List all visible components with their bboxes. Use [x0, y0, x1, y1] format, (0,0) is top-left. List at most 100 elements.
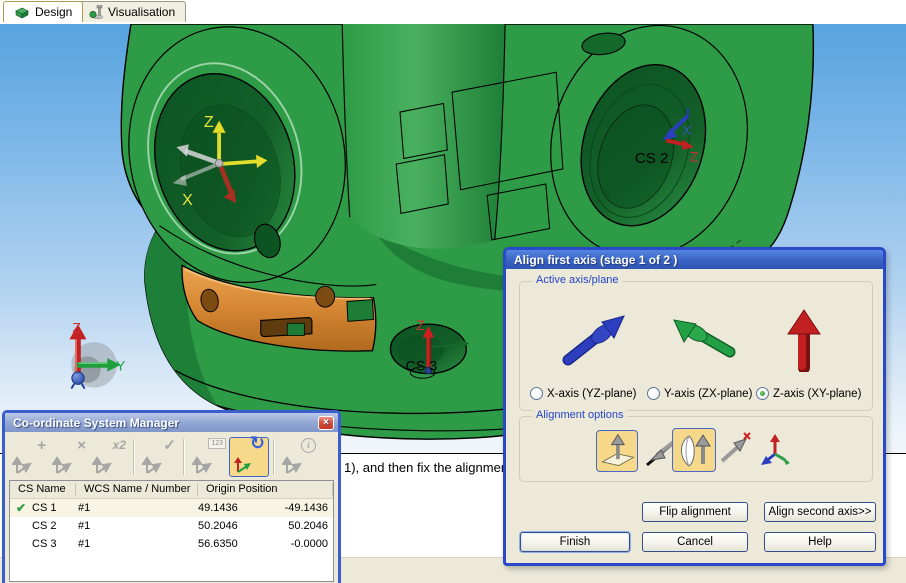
csm-toolbar: + × x2 ✓ 123 ↻	[5, 432, 338, 479]
tab-design[interactable]: Design	[3, 1, 83, 22]
finish-button[interactable]: Finish	[520, 532, 630, 552]
axes-triad-icon	[758, 432, 792, 468]
radio-label[interactable]: X-axis (YZ-plane)	[547, 388, 636, 400]
cs1-x-label: X	[182, 191, 193, 209]
align-to-axes-button[interactable]	[758, 432, 792, 468]
check-icon: ✓	[163, 438, 176, 453]
origin-y: 50.2046	[276, 520, 333, 532]
active-axis-group: Active axis/plane X-axis (YZ-plan	[519, 281, 873, 411]
plus-icon: +	[37, 438, 46, 453]
cs2-x-label: X	[682, 123, 692, 139]
z-axis-arrow-icon	[782, 308, 830, 372]
align-to-vector-button[interactable]	[718, 431, 752, 467]
axes-glyph	[52, 455, 74, 475]
help-button[interactable]: Help	[764, 532, 876, 552]
alignment-options-group-label: Alignment options	[532, 409, 627, 421]
toolbar-separator	[133, 439, 135, 475]
coordinate-system-manager-dialog: Co-ordinate System Manager × + × x2 ✓	[2, 410, 341, 583]
number-list-icon: 123	[208, 438, 226, 449]
x-axis-arrow-icon	[558, 308, 636, 370]
delete-cs-button[interactable]: ×	[49, 437, 89, 477]
design-cube-icon	[14, 6, 30, 19]
csm-title: Co-ordinate System Manager	[13, 416, 318, 430]
tab-design-label: Design	[35, 5, 72, 19]
wcs-name: #1	[78, 520, 198, 532]
cs-name: CS 2	[32, 520, 78, 532]
tab-visualisation-label: Visualisation	[108, 5, 175, 19]
cs2-z-label: Z	[690, 149, 699, 165]
radio-z-axis[interactable]: Z-axis (XY-plane)	[756, 387, 861, 400]
table-row-cs3[interactable]: CS 3 #1 56.6350 -0.0000	[10, 535, 333, 553]
axes-glyph	[92, 455, 114, 475]
tab-visualisation[interactable]: Visualisation	[78, 1, 186, 22]
origin-y: -0.0000	[276, 538, 333, 550]
align-to-plane-button[interactable]	[596, 430, 638, 472]
align-first-axis-dialog: Align first axis (stage 1 of 2 ) Active …	[503, 247, 886, 566]
cs-name: CS 3	[32, 538, 78, 550]
alignment-options-group: Alignment options	[519, 416, 873, 482]
visualisation-icon	[89, 5, 103, 19]
align-second-axis-button[interactable]: Align second axis>>	[764, 502, 876, 522]
activate-cs-button[interactable]: ✓	[139, 437, 179, 477]
align-to-surface-button[interactable]	[672, 428, 716, 472]
world-z-label: Z	[72, 321, 81, 337]
toolbar-separator	[273, 439, 275, 475]
header-wcs-name[interactable]: WCS Name / Number	[76, 483, 198, 496]
world-y-label: Y	[116, 359, 126, 375]
radio-circle[interactable]	[530, 387, 543, 400]
toolbar-separator	[183, 439, 185, 475]
prompt-text: 1), and then fix the alignmen	[344, 460, 508, 475]
origin-y: -49.1436	[276, 502, 333, 514]
cs2-label: CS 2	[635, 150, 669, 167]
y-axis-arrow-icon	[666, 308, 744, 370]
cs-name: CS 1	[32, 502, 78, 514]
axes-glyph-colored	[233, 454, 255, 474]
axes-glyph	[12, 455, 34, 475]
cs3-label: CS 3	[406, 359, 438, 375]
reorient-cs-button[interactable]: ↻	[229, 437, 269, 477]
info-icon: i	[301, 438, 316, 453]
table-row-cs1[interactable]: ✔ CS 1 #1 49.1436 -49.1436	[10, 499, 333, 517]
close-icon[interactable]: ×	[318, 416, 334, 430]
radio-x-axis[interactable]: X-axis (YZ-plane)	[530, 387, 636, 400]
cs-properties-button[interactable]: i	[279, 437, 319, 477]
tab-bar: Design Visualisation	[0, 0, 906, 24]
cs-table-header: CS Name WCS Name / Number Origin Positio…	[10, 481, 333, 499]
cs-table: CS Name WCS Name / Number Origin Positio…	[9, 480, 334, 582]
world-axes-triad: Z Y	[69, 321, 125, 389]
active-check-icon: ✔	[10, 501, 32, 515]
cs1-z-label: Z	[204, 113, 214, 131]
radio-circle-selected[interactable]	[756, 387, 769, 400]
radio-label[interactable]: Z-axis (XY-plane)	[773, 388, 861, 400]
plane-arrow-icon	[597, 432, 637, 470]
align-title: Align first axis (stage 1 of 2 )	[514, 253, 677, 267]
copy-cs-button[interactable]: x2	[89, 437, 129, 477]
radio-circle[interactable]	[647, 387, 660, 400]
duplicate-icon: x2	[113, 438, 126, 453]
surface-arrow-icon	[674, 430, 714, 470]
vector-arrow-icon	[718, 431, 752, 467]
delete-icon: ×	[77, 438, 86, 453]
origin-x: 49.1436	[198, 502, 276, 514]
flip-alignment-button[interactable]: Flip alignment	[642, 502, 748, 522]
active-axis-group-label: Active axis/plane	[532, 274, 623, 286]
origin-x: 56.6350	[198, 538, 276, 550]
cancel-button[interactable]: Cancel	[642, 532, 748, 552]
radio-y-axis[interactable]: Y-axis (ZX-plane)	[647, 387, 752, 400]
axes-glyph	[282, 455, 304, 475]
header-origin-position[interactable]: Origin Position	[198, 483, 333, 496]
header-cs-name[interactable]: CS Name	[10, 483, 76, 496]
axes-glyph	[142, 455, 164, 475]
rotate-icon: ↻	[250, 436, 265, 451]
wcs-name: #1	[78, 502, 198, 514]
cs-table-button[interactable]: 123	[189, 437, 229, 477]
radio-label[interactable]: Y-axis (ZX-plane)	[664, 388, 752, 400]
app-window: Design Visualisation	[0, 0, 906, 583]
wcs-name: #1	[78, 538, 198, 550]
csm-titlebar[interactable]: Co-ordinate System Manager ×	[5, 413, 338, 432]
cs3-z-label: Z	[416, 318, 425, 334]
axes-glyph	[192, 455, 214, 475]
align-titlebar[interactable]: Align first axis (stage 1 of 2 )	[506, 250, 883, 269]
create-cs-button[interactable]: +	[9, 437, 49, 477]
table-row-cs2[interactable]: CS 2 #1 50.2046 50.2046	[10, 517, 333, 535]
